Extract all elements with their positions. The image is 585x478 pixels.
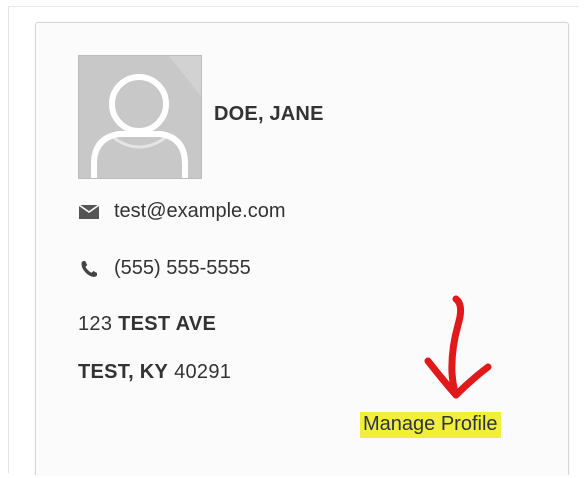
envelope-icon (78, 202, 100, 222)
manage-profile-link[interactable]: Manage Profile (360, 412, 501, 438)
phone-text: (555) 555-5555 (114, 257, 251, 279)
profile-name: DOE, JANE (214, 103, 324, 125)
phone-row: (555) 555-5555 (78, 257, 251, 280)
email-row: test@example.com (78, 200, 285, 223)
address-zip: 40291 (174, 361, 232, 383)
page: DOE, JANE test@example.com (555) 555-555… (0, 0, 585, 478)
address-street: TEST AVE (118, 313, 217, 335)
address-line-1: 123 TEST AVE (78, 313, 216, 336)
red-arrow-down-icon (424, 295, 492, 399)
address-line-2: TEST, KY 40291 (78, 361, 231, 384)
address-number: 123 (78, 313, 113, 335)
address-city-state: TEST, KY (78, 361, 169, 383)
user-silhouette-icon (79, 56, 201, 178)
email-text: test@example.com (114, 200, 286, 222)
phone-icon (78, 259, 100, 279)
avatar (78, 55, 202, 179)
